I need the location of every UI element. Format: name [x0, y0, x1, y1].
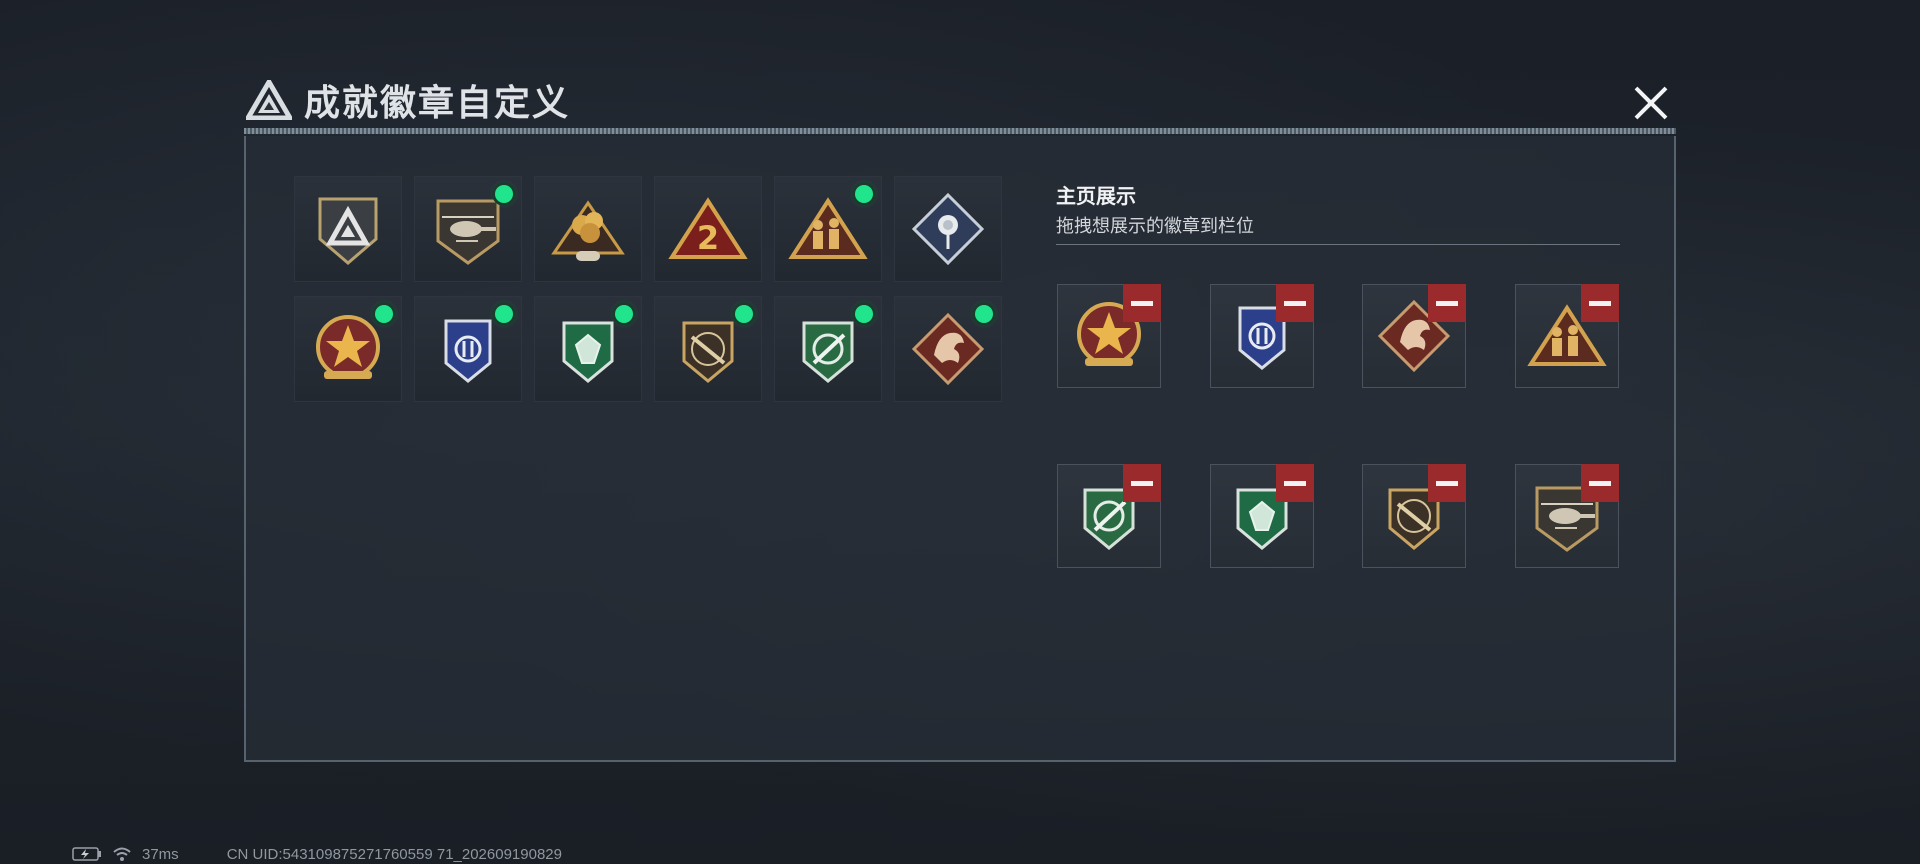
display-slot[interactable] [1515, 284, 1619, 388]
dialog-title: 成就徽章自定义 [304, 83, 571, 124]
equipped-indicator [735, 305, 753, 323]
minus-icon [1436, 480, 1458, 486]
badge-cell[interactable] [774, 176, 882, 282]
remove-badge-button[interactable] [1276, 464, 1314, 502]
display-slot[interactable] [1057, 464, 1161, 568]
display-slot[interactable] [1515, 464, 1619, 568]
badge-cell[interactable] [894, 176, 1002, 282]
remove-badge-button[interactable] [1123, 284, 1161, 322]
header-divider [244, 128, 1676, 134]
minus-icon [1284, 300, 1306, 306]
display-slot[interactable] [1362, 464, 1466, 568]
ping-text: 37ms [142, 845, 179, 863]
display-slot[interactable] [1210, 464, 1314, 568]
badge-cell[interactable] [294, 176, 402, 282]
badge-grid: 2 [294, 176, 1002, 402]
rose-badge-icon [911, 192, 985, 266]
badge-cell[interactable] [894, 296, 1002, 402]
equipped-indicator [495, 305, 513, 323]
svg-text:2: 2 [697, 219, 719, 257]
badge-cell[interactable] [654, 296, 762, 402]
minus-icon [1284, 480, 1306, 486]
minus-icon [1436, 300, 1458, 306]
badge-cell[interactable] [534, 176, 642, 282]
badge-cell[interactable] [774, 296, 882, 402]
equipped-indicator [375, 305, 393, 323]
dialog-header: 成就徽章自定义 [246, 74, 570, 126]
equipped-indicator [615, 305, 633, 323]
explosion-badge-icon [551, 200, 625, 261]
close-icon [1634, 86, 1668, 120]
badge-cell[interactable] [414, 176, 522, 282]
status-footer: 37ms CN UID:543109875271760559 71_202609… [72, 844, 562, 864]
minus-icon [1589, 300, 1611, 306]
display-slot[interactable] [1057, 284, 1161, 388]
minus-icon [1131, 480, 1153, 486]
uid-text: CN UID:543109875271760559 71_20260919082… [226, 845, 562, 863]
battery-charging-icon [72, 847, 101, 861]
homepage-display-title: 主页展示 [1056, 186, 1136, 208]
badge-cell[interactable]: 2 [654, 176, 762, 282]
equipped-indicator [855, 185, 873, 203]
remove-badge-button[interactable] [1428, 464, 1466, 502]
badge-cell[interactable] [534, 296, 642, 402]
minus-icon [1589, 480, 1611, 486]
equipped-indicator [855, 305, 873, 323]
equipped-indicator [495, 185, 513, 203]
badge-cell[interactable] [414, 296, 522, 402]
badge-cell[interactable] [294, 296, 402, 402]
minus-icon [1131, 300, 1153, 306]
remove-badge-button[interactable] [1581, 284, 1619, 322]
number-two-badge-icon: 2 [668, 197, 748, 259]
display-slot[interactable] [1210, 284, 1314, 388]
homepage-display-subtitle: 拖拽想展示的徽章到栏位 [1056, 216, 1254, 236]
equipped-indicator [975, 305, 993, 323]
close-button[interactable] [1628, 80, 1674, 126]
triangle-shield-badge-icon [318, 197, 378, 265]
wifi-icon [113, 847, 131, 861]
display-slot[interactable] [1362, 284, 1466, 388]
remove-badge-button[interactable] [1276, 284, 1314, 322]
triangle-logo-icon [246, 80, 292, 120]
remove-badge-button[interactable] [1428, 284, 1466, 322]
homepage-divider [1056, 244, 1620, 245]
remove-badge-button[interactable] [1123, 464, 1161, 502]
remove-badge-button[interactable] [1581, 464, 1619, 502]
